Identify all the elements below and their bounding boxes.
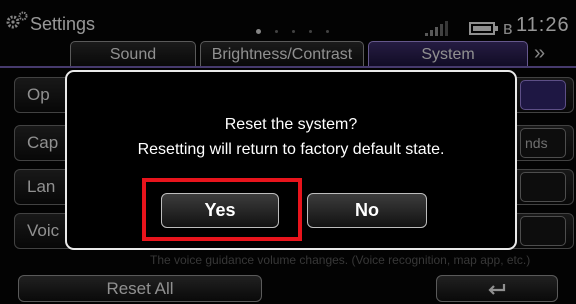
- highlight-box: [142, 178, 302, 241]
- dialog-message: Resetting will return to factory default…: [137, 141, 445, 158]
- dialog-title: Reset the system?: [224, 116, 358, 133]
- no-button[interactable]: No: [307, 193, 427, 228]
